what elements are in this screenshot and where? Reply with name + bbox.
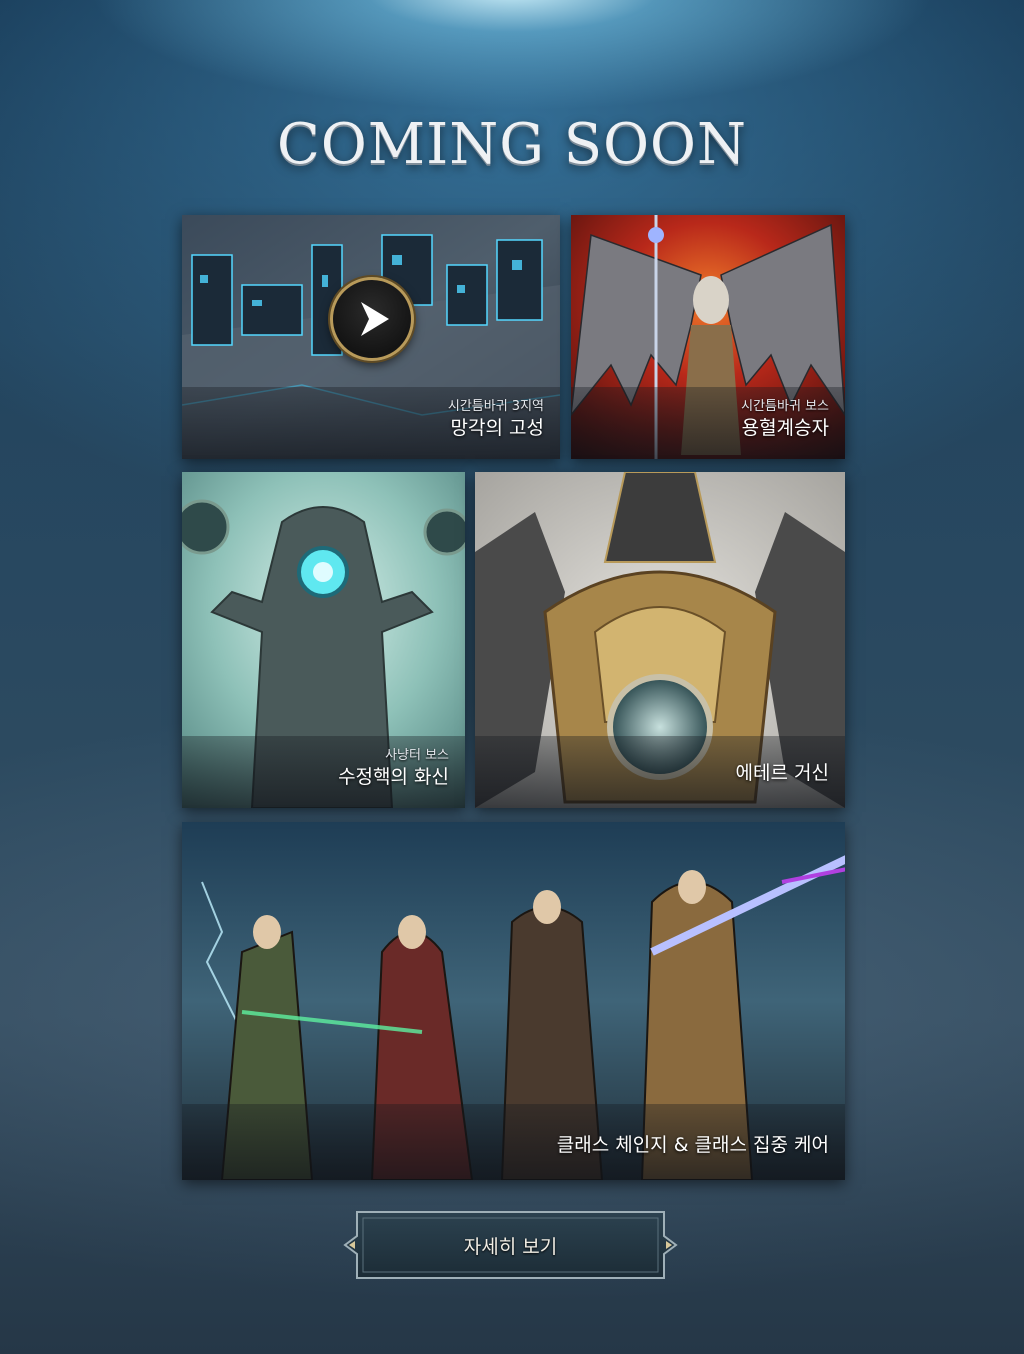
- card-ether-giant[interactable]: 에테르 거신: [475, 472, 845, 808]
- view-details-label: 자세히 보기: [463, 1235, 558, 1258]
- card-title: 클래스 체인지 & 클래스 집중 케어: [556, 1134, 829, 1156]
- page-title: COMING SOON: [277, 112, 747, 177]
- play-button[interactable]: [330, 277, 414, 361]
- card-caption: 사냥터 보스 수정핵의 화신: [182, 736, 465, 808]
- card-title: 에테르 거신: [735, 762, 829, 784]
- card-caption: 클래스 체인지 & 클래스 집중 케어: [182, 1104, 845, 1180]
- card-oblivion-castle[interactable]: 시간틈바귀 3지역 망각의 고성: [182, 215, 560, 459]
- card-dragon-heir[interactable]: 시간틈바귀 보스 용혈계승자: [571, 215, 845, 459]
- card-crystal-core-avatar[interactable]: 사냥터 보스 수정핵의 화신: [182, 472, 465, 808]
- card-caption: 시간틈바귀 보스 용혈계승자: [571, 387, 845, 459]
- view-details-button[interactable]: 자세히 보기: [343, 1210, 678, 1280]
- card-title: 용혈계승자: [741, 417, 829, 439]
- card-title: 망각의 고성: [450, 417, 544, 439]
- card-title: 수정핵의 화신: [338, 766, 449, 788]
- card-subtitle: 시간틈바귀 3지역: [447, 399, 544, 414]
- card-subtitle: 시간틈바귀 보스: [741, 399, 829, 414]
- card-class-change[interactable]: 클래스 체인지 & 클래스 집중 케어: [182, 822, 845, 1180]
- card-caption: 시간틈바귀 3지역 망각의 고성: [182, 387, 560, 459]
- play-icon: [361, 302, 389, 336]
- card-subtitle: 사냥터 보스: [385, 748, 449, 763]
- card-caption: 에테르 거신: [475, 736, 845, 808]
